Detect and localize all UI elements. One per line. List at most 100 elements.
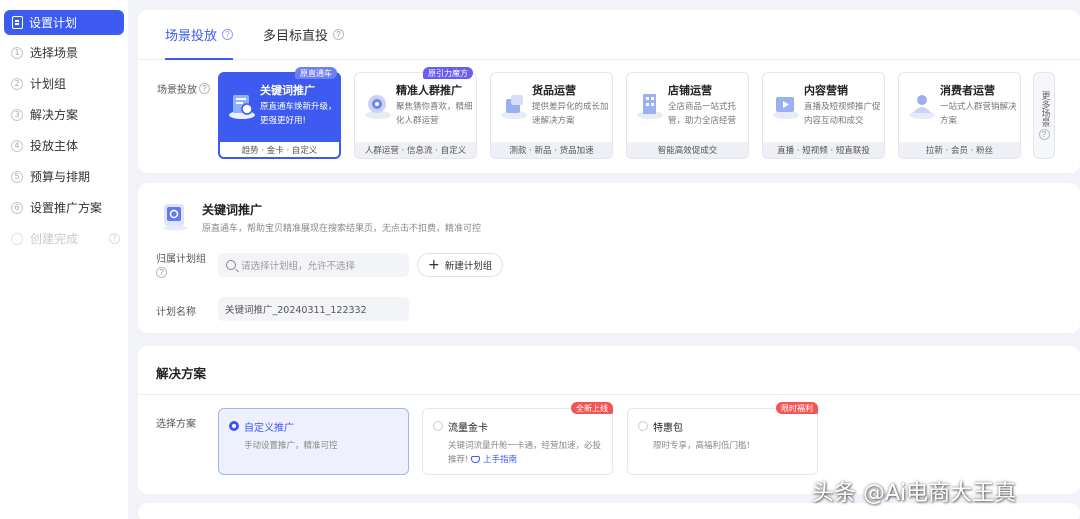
- scene-desc: 全店商品一站式托管，助力全店经营: [668, 102, 737, 126]
- search-icon: [226, 260, 236, 270]
- scene-card-content[interactable]: 内容营销 直播及短视频推广促内容互动和成交 直播 · 短视频 · 短直联投: [762, 72, 885, 159]
- sidebar-item-complete: 创建完成 ?: [0, 223, 128, 254]
- section-title: 关键词推广: [202, 203, 263, 217]
- more-scenes-label: 更多场景: [1039, 91, 1050, 127]
- help-icon[interactable]: ?: [156, 267, 167, 278]
- scene-desc: 提供差异化的成长加速解决方案: [532, 102, 609, 126]
- sidebar-item-promo-plan[interactable]: 6 设置推广方案: [0, 192, 128, 223]
- option-title: 自定义推广: [244, 423, 294, 434]
- tab-label: 多目标直投: [263, 29, 329, 44]
- sidebar: 设置计划 1 选择场景 2 计划组 3 解决方案 4 投放主体 5 预算与排期 …: [0, 0, 128, 519]
- help-icon[interactable]: ?: [199, 83, 210, 94]
- choose-plan-label: 选择方案: [156, 419, 196, 430]
- plan-name-label: 计划名称: [156, 307, 196, 318]
- check-icon: [11, 232, 23, 245]
- scene-card-product[interactable]: 货品运营 提供差异化的成长加速解决方案 测款 · 新品 · 货品加速: [490, 72, 613, 159]
- step-number: 2: [11, 77, 23, 90]
- plus-icon: +: [428, 257, 440, 273]
- option-desc: 手动设置推广，精准可控: [244, 441, 338, 451]
- new-plan-group-button[interactable]: + 新建计划组: [417, 253, 504, 277]
- scene-card-keyword[interactable]: 原直通车 关键词推广 原直通车焕新升级，更强更好用! 趋势 · 金卡 · 自定义: [218, 67, 341, 159]
- scene-label: 场景投放 ?: [157, 81, 210, 96]
- sidebar-item-subject[interactable]: 4 投放主体: [0, 130, 128, 161]
- consumer-ops-icon: [909, 95, 935, 119]
- scene-card-consumer[interactable]: 消费者运营 一站式人群营销解决方案 拉新 · 会员 · 粉丝: [898, 72, 1021, 159]
- solution-option-custom[interactable]: 自定义推广 手动设置推广，精准可控: [218, 408, 409, 475]
- scene-desc: 原直通车焕新升级，更强更好用!: [260, 102, 337, 126]
- tab-scene-delivery[interactable]: 场景投放 ?: [165, 10, 234, 60]
- document-icon: [12, 16, 23, 29]
- scene-card: 场景投放 ? 多目标直投 ? 场景投放 ? 原直通车 关键词推广 原直通车焕新升…: [138, 10, 1080, 173]
- more-scenes-button[interactable]: 更多场景 ?: [1033, 72, 1055, 159]
- step-number: 1: [11, 46, 23, 59]
- new-plan-group-label: 新建计划组: [444, 261, 493, 272]
- new-badge: 全新上线: [571, 402, 613, 414]
- scene-tags: 拉新 · 会员 · 粉丝: [899, 142, 1020, 158]
- sidebar-item-label: 预算与排期: [30, 170, 91, 184]
- audience-target-icon: [365, 95, 391, 119]
- step-number: 5: [11, 170, 23, 183]
- plan-group-placeholder: 请选择计划组，允许不选择: [241, 261, 356, 272]
- scene-tags: 直播 · 短视频 · 短直联投: [763, 142, 884, 158]
- sidebar-item-label: 投放主体: [30, 139, 79, 153]
- radio-button[interactable]: [638, 421, 648, 431]
- sidebar-item-plan-group[interactable]: 2 计划组: [0, 68, 128, 99]
- scene-tags: 测款 · 新品 · 货品加速: [491, 142, 612, 158]
- section-desc: 原直通车，帮助宝贝精准展现在搜索结果页，无点击不扣费，精准可控: [202, 224, 482, 234]
- sidebar-item-label: 设置计划: [29, 16, 78, 30]
- scene-title: 内容营销: [804, 84, 848, 97]
- scene-desc: 一站式人群营销解决方案: [940, 102, 1017, 126]
- option-title: 特惠包: [653, 423, 683, 434]
- store-ops-icon: [637, 94, 663, 119]
- scene-desc: 直播及短视频推广促内容互动和成交: [804, 102, 881, 126]
- graduation-cap-icon: [471, 456, 481, 463]
- help-icon[interactable]: ?: [222, 29, 234, 40]
- option-desc: 限时专享，高福利低门槛!: [653, 441, 750, 451]
- sidebar-item-label: 选择场景: [30, 46, 79, 60]
- tab-bar: 场景投放 ? 多目标直投 ?: [138, 10, 1080, 60]
- plan-group-label: 归属计划组: [156, 254, 206, 265]
- limited-badge: 限时福利: [776, 402, 818, 414]
- solution-option-gold-card[interactable]: 全新上线 流量金卡 关键词流量升舱一卡通，经营加速，必投推荐! 上手指南: [422, 402, 613, 475]
- scene-title: 精准人群推广: [396, 84, 462, 97]
- keyword-promo-icon: [229, 95, 255, 119]
- scene-desc: 聚焦猜你喜欢，精细化人群运营: [396, 102, 473, 126]
- scene-card-audience[interactable]: 原引力魔方 精准人群推广 聚焦猜你喜欢，精细化人群运营 人群运营 · 信息流 ·…: [354, 67, 477, 159]
- scene-title: 消费者运营: [940, 84, 995, 97]
- plan-name-input[interactable]: 关键词推广_20240311_122332: [218, 297, 409, 321]
- scene-tags: 人群运营 · 信息流 · 自定义: [355, 142, 476, 158]
- scene-card-store[interactable]: 店铺运营 全店商品一站式托管，助力全店经营 智能高效促成交: [626, 72, 749, 159]
- divider: [138, 394, 1080, 395]
- sidebar-item-label: 创建完成: [30, 232, 79, 246]
- radio-button[interactable]: [433, 421, 443, 431]
- scene-tags: 趋势 · 金卡 · 自定义: [219, 142, 340, 158]
- scene-badge: 原引力魔方: [423, 67, 473, 79]
- step-number: 6: [11, 201, 23, 214]
- product-ops-icon: [501, 95, 527, 119]
- step-number: 4: [11, 139, 23, 152]
- guide-link[interactable]: 上手指南: [471, 455, 517, 465]
- guide-link-text: 上手指南: [483, 455, 518, 465]
- sidebar-item-budget[interactable]: 5 预算与排期: [0, 161, 128, 192]
- solution-card: 解决方案 选择方案 自定义推广 手动设置推广，精准可控 全新上线 流量金卡 关键…: [138, 346, 1080, 494]
- help-icon[interactable]: ?: [333, 29, 345, 40]
- content-marketing-icon: [773, 97, 799, 119]
- section-title: 解决方案: [156, 366, 207, 381]
- plan-group-select[interactable]: 请选择计划组，允许不选择: [218, 253, 409, 277]
- sidebar-item-solution[interactable]: 3 解决方案: [0, 99, 128, 130]
- sidebar-item-label: 设置推广方案: [30, 201, 103, 215]
- keyword-settings-card: 关键词推广 原直通车，帮助宝贝精准展现在搜索结果页，无点击不扣费，精准可控 归属…: [138, 183, 1080, 333]
- option-desc: 关键词流量升舱一卡通，经营加速，必投推荐! 上手指南: [448, 439, 608, 467]
- scene-title: 货品运营: [532, 84, 576, 97]
- keyword-promo-icon: [163, 204, 187, 231]
- radio-button[interactable]: [229, 421, 239, 431]
- solution-option-special-package[interactable]: 限时福利 特惠包 限时专享，高福利低门槛!: [627, 402, 818, 475]
- scene-label-text: 场景投放: [157, 85, 197, 96]
- sidebar-item-setup-plan[interactable]: 设置计划: [4, 10, 124, 35]
- tab-label: 场景投放: [165, 29, 218, 44]
- option-title: 流量金卡: [448, 423, 488, 434]
- sidebar-item-select-scene[interactable]: 1 选择场景: [0, 37, 128, 68]
- scene-title: 店铺运营: [668, 84, 712, 97]
- tab-multi-target[interactable]: 多目标直投 ?: [263, 10, 345, 59]
- scene-tags: 智能高效促成交: [627, 142, 748, 158]
